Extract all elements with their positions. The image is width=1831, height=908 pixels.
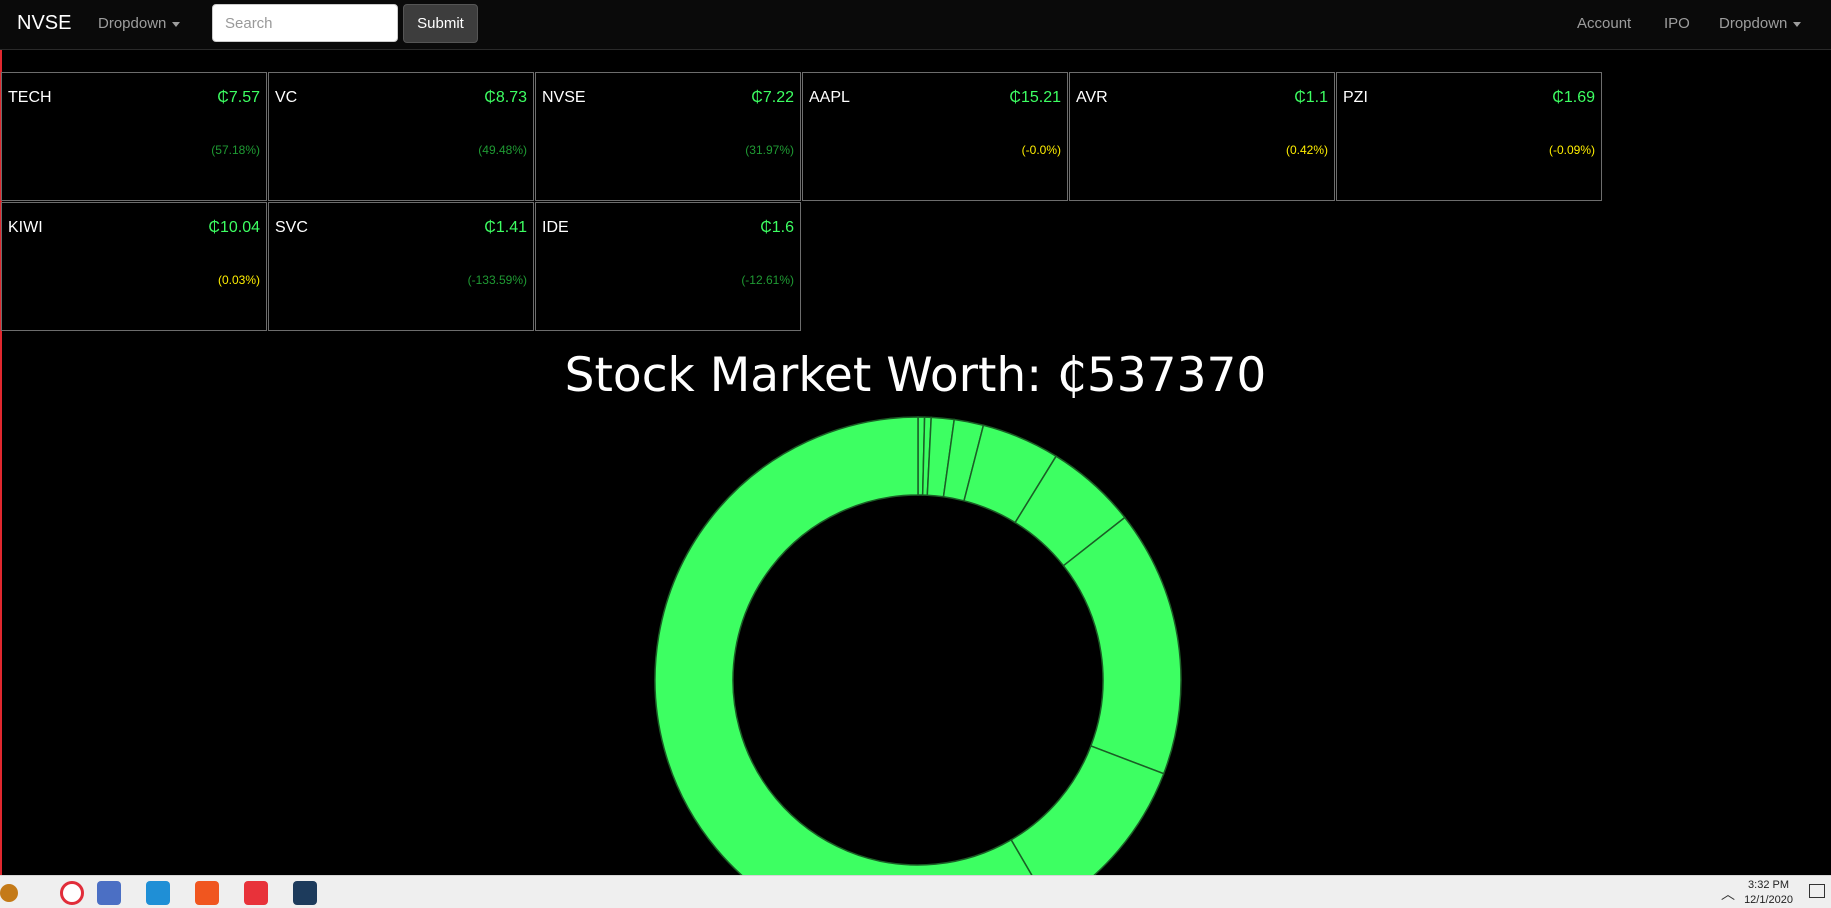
notification-icon[interactable]: [1809, 884, 1825, 898]
opera-icon[interactable]: [60, 881, 84, 905]
os-taskbar: ︿ 3:32 PM 12/1/2020: [0, 875, 1831, 908]
taskbar-time: 3:32 PM: [1748, 879, 1790, 891]
edge-icon[interactable]: [146, 881, 170, 905]
games-icon[interactable]: [97, 881, 121, 905]
taskbar-date: 12/1/2020: [1744, 894, 1793, 906]
market-donut-chart: [654, 416, 1182, 875]
brave-icon[interactable]: [195, 881, 219, 905]
cloud-app-icon[interactable]: [0, 884, 18, 902]
taskbar-clock[interactable]: 3:32 PM 12/1/2020: [1744, 878, 1793, 908]
lightning-app-icon[interactable]: [244, 881, 268, 905]
chevron-up-icon[interactable]: ︿: [1721, 884, 1735, 904]
donut-slice-7[interactable]: [1010, 744, 1165, 875]
donut-slice-6[interactable]: [1062, 516, 1182, 775]
hexagon-app-icon[interactable]: [293, 881, 317, 905]
